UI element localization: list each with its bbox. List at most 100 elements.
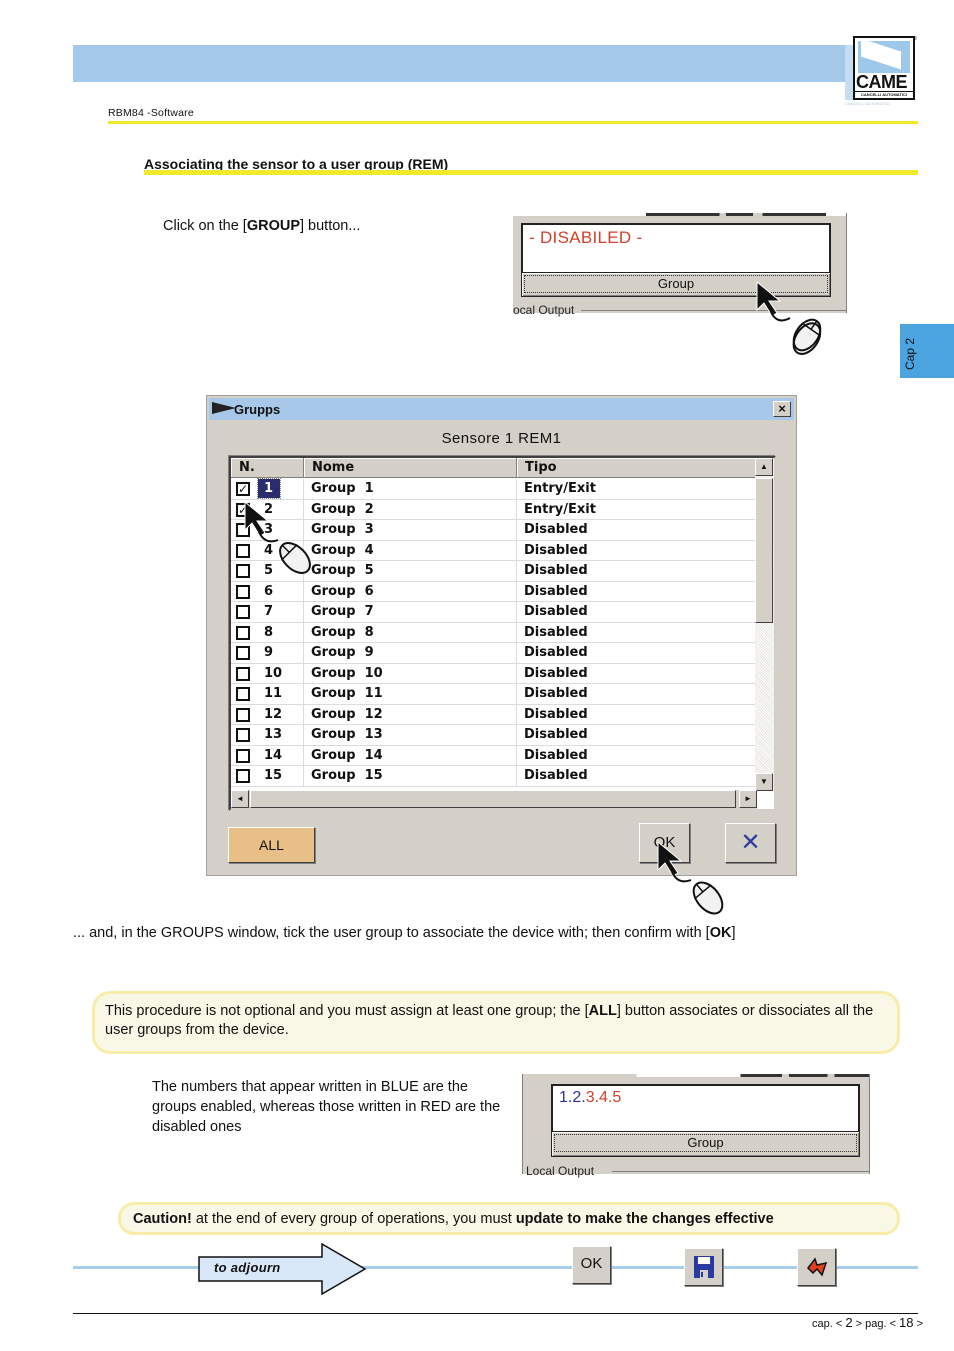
group-checkbox[interactable] <box>236 584 250 599</box>
group-number: 14 <box>264 747 283 763</box>
group-checkbox[interactable] <box>236 769 250 783</box>
group-number-label: 4. <box>599 1089 613 1106</box>
close-button[interactable]: × <box>773 401 791 417</box>
column-header-nome[interactable]: Nome <box>304 458 517 478</box>
cell-nome: Group 7 <box>304 602 517 622</box>
group-number: 6 <box>264 583 274 599</box>
group-number: 1 <box>257 478 281 499</box>
chapter-tab[interactable]: Cap 2 <box>900 324 954 378</box>
group-checkbox[interactable] <box>236 646 250 660</box>
table-row[interactable]: 14 Group 14 Disabled <box>231 745 757 766</box>
group-number: 7 <box>264 604 274 619</box>
table-row[interactable]: 10 Group 10 Disabled <box>231 663 757 684</box>
column-header-tipo[interactable]: Tipo <box>517 458 757 478</box>
cell-tipo: Disabled <box>524 563 588 578</box>
group-checkbox[interactable] <box>236 728 250 742</box>
cell-nome: Group 4 <box>304 540 517 561</box>
cell-n: 15 <box>231 766 304 786</box>
cell-tipo: Entry/Exit <box>524 501 596 517</box>
table-row[interactable]: 8 Group 8 Disabled <box>231 622 757 643</box>
table-row[interactable]: 15 Group 15 Disabled <box>231 766 757 787</box>
scroll-down-button[interactable]: ▼ <box>755 773 773 791</box>
cell-nome: Group 9 <box>304 643 517 663</box>
group-status-box: 1.2.3.4.5 <box>551 1084 860 1132</box>
cell-n: 14 <box>231 745 304 766</box>
cell-nome: Group 5 <box>304 561 517 581</box>
table-row[interactable]: 7 Group 7 Disabled <box>231 602 757 623</box>
cell-nome: Group 13 <box>304 725 517 745</box>
group-checkbox[interactable] <box>236 605 250 619</box>
all-button[interactable]: ALL <box>228 827 315 863</box>
group-checkbox[interactable] <box>236 707 250 722</box>
vertical-scroll-thumb[interactable] <box>755 478 773 623</box>
cell-tipo: Disabled <box>524 686 588 701</box>
scroll-right-button[interactable]: ► <box>739 790 757 808</box>
table-row[interactable]: 11 Group 11 Disabled <box>231 684 757 705</box>
group-number: 8 <box>264 624 274 640</box>
cell-tipo: Entry/Exit <box>524 481 596 496</box>
page-number: cap. < 2 > pag. < 18 > <box>812 1315 923 1330</box>
dialog-titlebar[interactable]: Grupps × <box>209 398 794 420</box>
mouse-cursor-icon <box>657 840 724 915</box>
exit-button[interactable] <box>797 1248 836 1286</box>
table-row[interactable]: 13 Group 13 Disabled <box>231 725 757 746</box>
group-checkbox[interactable]: ✓ <box>236 482 250 496</box>
registered-mark: ® <box>913 36 917 42</box>
scroll-left-button[interactable]: ◄ <box>231 790 249 808</box>
cell-tipo: Disabled <box>524 522 588 537</box>
column-header-n[interactable]: N. <box>231 458 304 478</box>
group-button[interactable]: Group <box>551 1131 860 1157</box>
update-ok-button[interactable]: OK <box>572 1246 611 1284</box>
horizontal-scrollbar[interactable]: ◄ ► <box>231 790 757 809</box>
local-output-label: Local Output <box>526 1164 595 1178</box>
cell-nome: Group 6 <box>304 581 517 602</box>
header-band <box>73 45 853 82</box>
cell-n: 7 <box>231 602 304 622</box>
cell-n: 12 <box>231 704 304 725</box>
mouse-cursor-icon <box>756 280 822 355</box>
header-rule <box>108 121 918 124</box>
cell-n: 9 <box>231 643 304 663</box>
cell-nome: Group 10 <box>304 663 517 684</box>
table-row[interactable]: 9 Group 9 Disabled <box>231 643 757 664</box>
cell-n: 11 <box>231 684 304 704</box>
cell-tipo: Disabled <box>524 727 588 742</box>
group-number: 15 <box>264 768 283 783</box>
cell-tipo: Disabled <box>524 604 588 619</box>
group-checkbox[interactable] <box>236 625 250 640</box>
horizontal-scroll-thumb[interactable] <box>250 790 736 808</box>
logo-tagline-shadow: CANCELLI AUTOMATICI <box>845 101 890 106</box>
table-row[interactable]: 6 Group 6 Disabled <box>231 581 757 602</box>
cell-n: 8 <box>231 622 304 643</box>
step1-instruction: Click on the [GROUP] button... <box>163 218 361 234</box>
vertical-scrollbar[interactable]: ▲ ▼ <box>755 458 774 791</box>
group-checkbox[interactable] <box>236 687 250 701</box>
dialog-title: Grupps <box>234 402 281 417</box>
app-arrow-icon <box>212 402 236 414</box>
cell-tipo: Disabled <box>524 542 588 558</box>
group-checkbox[interactable] <box>236 748 250 763</box>
group-number-label: 3. <box>585 1089 600 1106</box>
cell-nome: Group 11 <box>304 684 517 704</box>
group-panel-numbers: 1.2.3.4.5 Group Local Output <box>522 1074 870 1178</box>
group-checkbox[interactable] <box>236 666 250 681</box>
group-number: 13 <box>264 727 283 742</box>
exit-arrow-icon <box>806 1257 827 1277</box>
logo-gate-icon <box>858 41 910 73</box>
scroll-up-button[interactable]: ▲ <box>755 458 773 476</box>
logo-tagline: CANCELLI AUTOMATICI <box>855 91 913 97</box>
group-status-box: - DISABILED - <box>521 223 831 273</box>
note-box: This procedure is not optional and you m… <box>92 991 900 1054</box>
table-row[interactable]: 12 Group 12 Disabled <box>231 704 757 725</box>
save-button[interactable] <box>684 1248 723 1286</box>
document-id: RBM84 -Software <box>108 107 194 119</box>
color-legend-text: The numbers that appear written in BLUE … <box>152 1079 501 1135</box>
cell-tipo: Disabled <box>524 747 588 763</box>
grupps-dialog: Grupps × Sensore 1 REM1 N. Nome Tipo ✓ 1 G… <box>206 395 797 876</box>
came-logo: CAME CANCELLI AUTOMATICI <box>853 36 915 100</box>
cell-n: 13 <box>231 725 304 745</box>
group-number: 10 <box>264 665 283 681</box>
group-number-label: 1. <box>559 1089 573 1106</box>
group-numbers: 1.2.3.4.5 <box>559 1089 621 1107</box>
table-row[interactable]: ✓ 1 Group 1 Entry/Exit <box>231 478 757 500</box>
